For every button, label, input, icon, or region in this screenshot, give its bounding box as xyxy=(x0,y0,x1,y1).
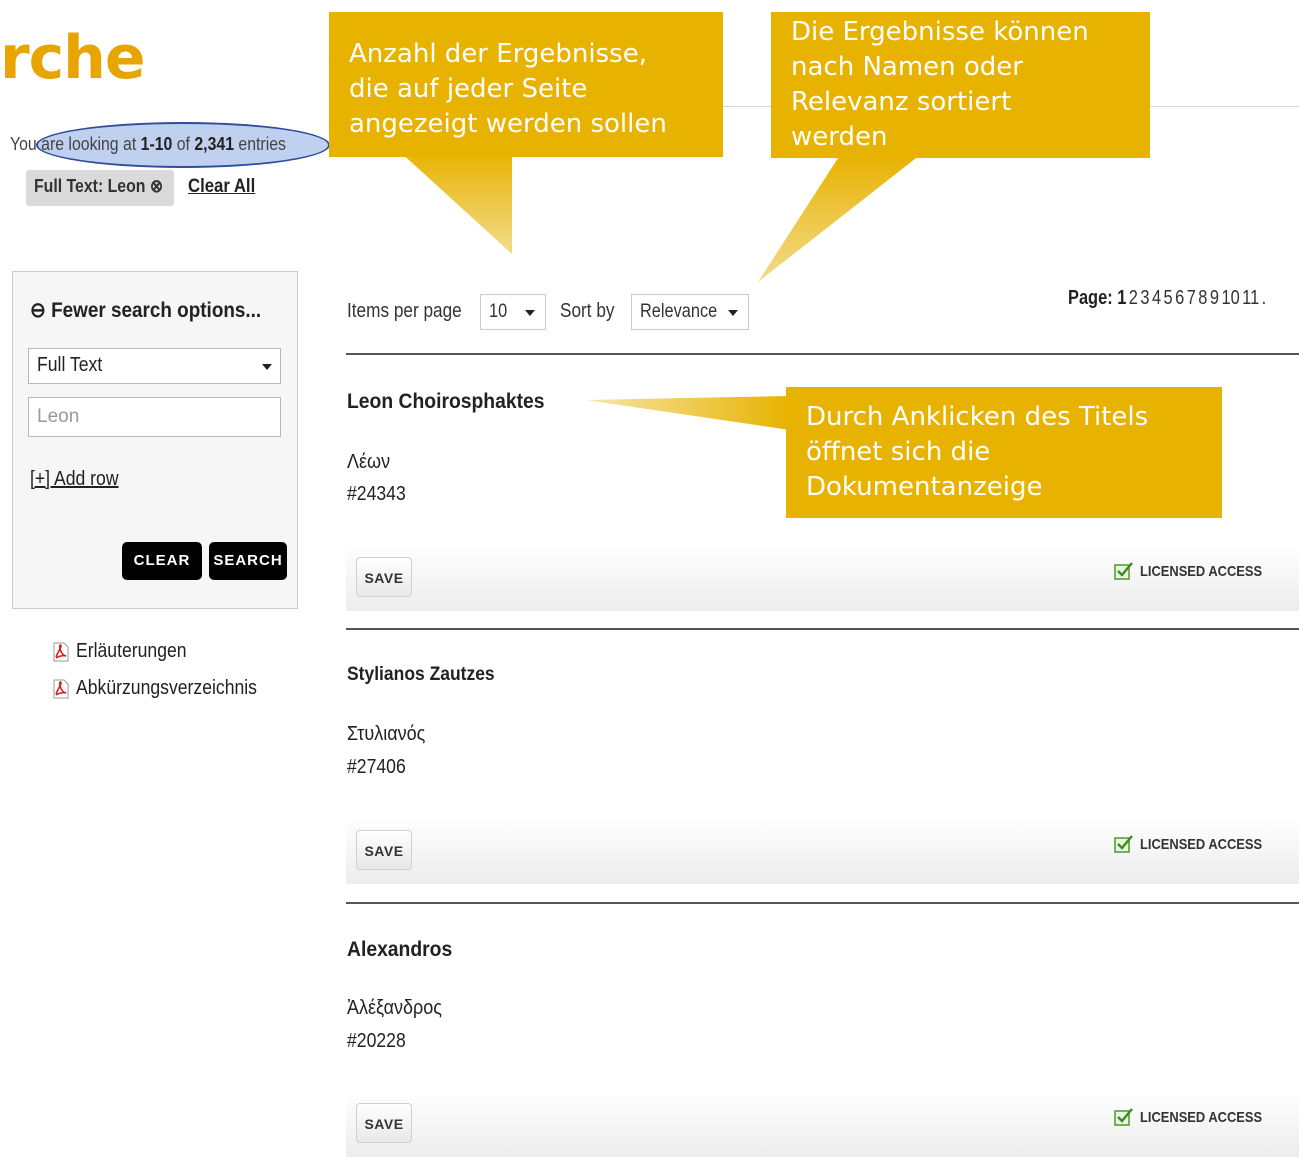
page-link[interactable]: 6 xyxy=(1175,287,1184,309)
document-link-erlaeuterungen[interactable]: Erläuterungen xyxy=(52,640,202,663)
licensed-access-label: LICENSED ACCESS xyxy=(1140,562,1263,580)
fewer-search-options-toggle[interactable]: ⊖ Fewer search options... xyxy=(30,298,261,323)
callout-line: Die Ergebnisse können xyxy=(791,17,1089,47)
search-field-value: Full Text xyxy=(37,354,103,376)
page-link[interactable]: 10 xyxy=(1221,287,1239,309)
chevron-down-icon xyxy=(728,310,738,316)
pagination-label: Page: xyxy=(1068,287,1113,309)
page-link[interactable]: 9 xyxy=(1210,287,1219,309)
callout-pointer-sorting xyxy=(758,155,920,282)
callout-line: Durch Anklicken des Titels xyxy=(806,402,1149,432)
page-link[interactable]: 3 xyxy=(1140,287,1149,309)
result-divider xyxy=(346,628,1299,630)
collapse-icon: ⊖ xyxy=(30,299,46,322)
result-title-link[interactable]: Stylianos Zautzes xyxy=(347,664,495,686)
results-total: 2,341 xyxy=(194,134,235,154)
result-greek-name: Λέων xyxy=(347,451,391,473)
save-button[interactable]: SAVE xyxy=(356,557,412,597)
items-per-page-select[interactable]: 10 xyxy=(480,294,546,330)
search-input[interactable]: Leon xyxy=(28,397,281,437)
licensed-access-label: LICENSED ACCESS xyxy=(1140,835,1263,853)
page-link[interactable]: 11 xyxy=(1242,287,1259,309)
page-more: . xyxy=(1261,287,1267,309)
search-field-select[interactable]: Full Text xyxy=(28,348,281,384)
fewer-search-options-label: Fewer search options... xyxy=(51,299,262,322)
page-current: 1 xyxy=(1117,287,1127,309)
licensed-check-icon xyxy=(1114,835,1133,853)
result-id: #27406 xyxy=(347,756,406,778)
callout-line: Dokumentanzeige xyxy=(806,472,1043,502)
clear-button[interactable]: CLEAR xyxy=(122,542,202,580)
callout-line: Anzahl der Ergebnisse, xyxy=(349,39,647,69)
page-link[interactable]: 5 xyxy=(1164,287,1173,309)
pdf-icon xyxy=(53,642,69,661)
callout-line: angezeigt werden sollen xyxy=(349,109,667,139)
page-link[interactable]: 7 xyxy=(1187,287,1196,309)
sort-by-select[interactable]: Relevance xyxy=(631,294,749,330)
callout-line: Relevanz sortiert xyxy=(791,87,1012,117)
sort-by-label: Sort by xyxy=(560,300,615,322)
results-summary-middle: of xyxy=(172,134,195,154)
save-button[interactable]: SAVE xyxy=(356,1103,412,1143)
document-link-label: Erläuterungen xyxy=(76,640,187,662)
pdf-icon xyxy=(53,679,69,698)
page-title: rche xyxy=(0,23,146,93)
callout-sorting: Die Ergebnisse können nach Namen oder Re… xyxy=(771,12,1150,158)
save-button[interactable]: SAVE xyxy=(356,830,412,870)
licensed-access-badge: LICENSED ACCESS xyxy=(1114,1107,1282,1127)
search-button[interactable]: SEARCH xyxy=(209,542,287,580)
results-summary-suffix: entries xyxy=(234,134,286,154)
page-link[interactable]: 8 xyxy=(1198,287,1207,309)
licensed-check-icon xyxy=(1114,562,1133,580)
licensed-access-badge: LICENSED ACCESS xyxy=(1114,834,1282,854)
items-per-page-label: Items per page xyxy=(347,300,462,322)
callout-line: nach Namen oder xyxy=(791,52,1023,82)
pagination: Page: 1 2 3 4 5 6 7 8 9 10 11. xyxy=(1068,287,1266,310)
sort-by-value: Relevance xyxy=(640,301,718,322)
chevron-down-icon xyxy=(525,310,535,316)
result-title-link[interactable]: Alexandros xyxy=(347,938,452,962)
chevron-down-icon xyxy=(262,364,272,370)
result-greek-name: Ἀλέξανδρος xyxy=(347,997,442,1019)
licensed-access-badge: LICENSED ACCESS xyxy=(1114,561,1282,581)
filter-chip-label: Full Text: Leon xyxy=(34,176,146,196)
callout-line: die auf jeder Seite xyxy=(349,74,588,104)
callout-line: werden xyxy=(791,122,888,152)
callout-pointer-title xyxy=(586,396,790,430)
result-id: #24343 xyxy=(347,483,406,505)
add-row-link[interactable]: [+] Add row xyxy=(30,468,119,491)
document-link-label: Abkürzungsverzeichnis xyxy=(76,677,257,699)
results-range: 1-10 xyxy=(140,134,173,154)
page-link[interactable]: 4 xyxy=(1152,287,1161,309)
remove-filter-icon[interactable]: ⊗ xyxy=(150,176,163,196)
result-id: #20228 xyxy=(347,1030,406,1052)
result-divider xyxy=(346,353,1299,355)
callout-pointer-items-per-page xyxy=(398,150,512,254)
callout-title-click: Durch Anklicken des Titels öffnet sich d… xyxy=(786,387,1222,518)
clear-all-link[interactable]: Clear All xyxy=(188,176,255,198)
callout-line: öffnet sich die xyxy=(806,437,991,467)
document-link-abkuerzungsverzeichnis[interactable]: Abkürzungsverzeichnis xyxy=(52,677,282,700)
result-title-link[interactable]: Leon Choirosphaktes xyxy=(347,390,545,414)
page-link[interactable]: 2 xyxy=(1129,287,1138,309)
result-divider xyxy=(346,902,1299,904)
search-input-value: Leon xyxy=(37,406,80,427)
results-summary-prefix: You are looking at xyxy=(10,134,141,154)
callout-items-per-page: Anzahl der Ergebnisse, die auf jeder Sei… xyxy=(329,12,723,157)
results-summary: You are looking at 1-10 of 2,341 entries xyxy=(10,134,286,155)
licensed-access-label: LICENSED ACCESS xyxy=(1140,1108,1263,1126)
result-greek-name: Στυλιανός xyxy=(347,723,426,745)
licensed-check-icon xyxy=(1114,1108,1133,1126)
items-per-page-value: 10 xyxy=(489,301,508,322)
filter-chip[interactable]: Full Text: Leon ⊗ xyxy=(26,170,174,206)
